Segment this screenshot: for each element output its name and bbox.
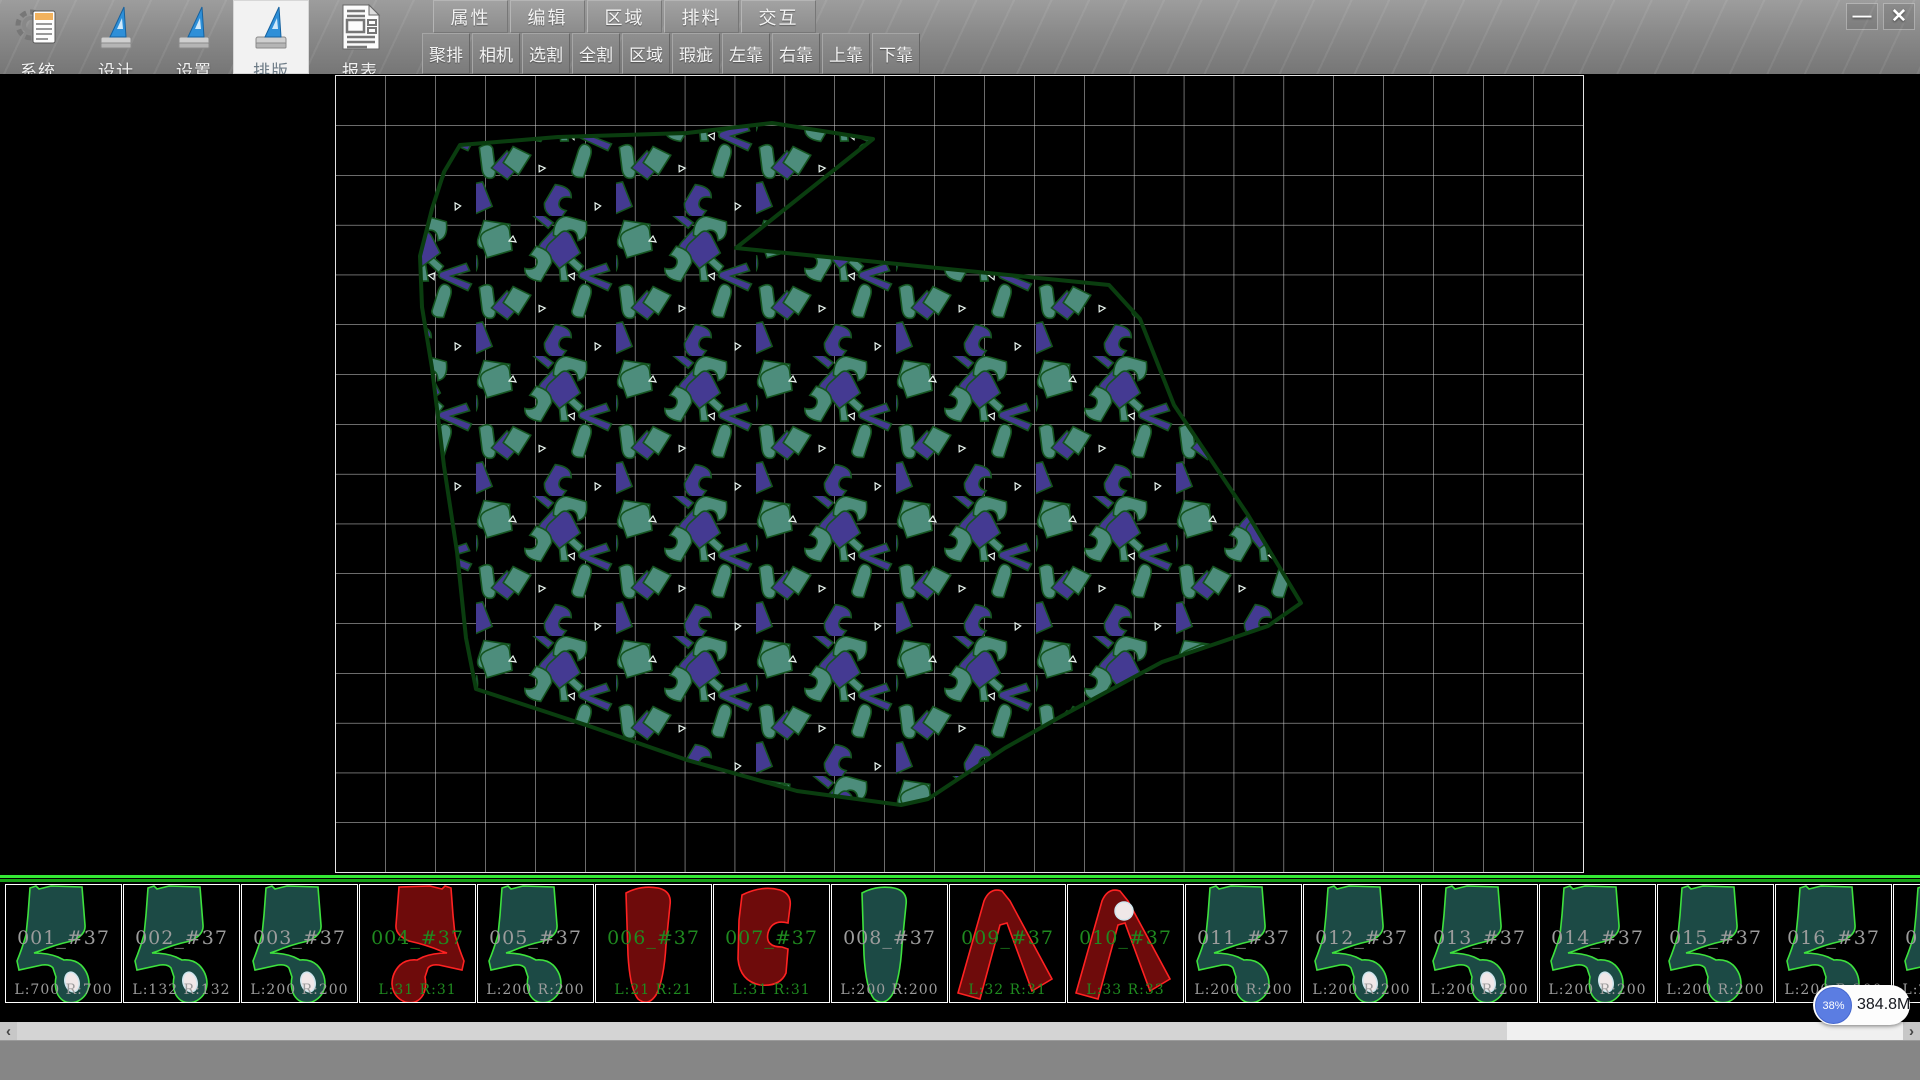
nesting-canvas[interactable]: [335, 75, 1584, 873]
piece-thumbnail[interactable]: 002_#37 L:132 R:132: [123, 884, 240, 1003]
piece-thumbnail[interactable]: 008_#37 L:200 R:200: [831, 884, 948, 1003]
tool-左靠[interactable]: 左靠: [722, 33, 770, 74]
piece-id-label: 001_#37: [6, 927, 121, 949]
tool-瑕疵[interactable]: 瑕疵: [672, 33, 720, 74]
main-button-label: 排版: [253, 57, 289, 74]
tool-右靠[interactable]: 右靠: [772, 33, 820, 74]
memory-percent-badge: 38%: [1815, 987, 1852, 1024]
piece-thumbnail[interactable]: 013_#37 L:200 R:200: [1421, 884, 1538, 1003]
layout-ruler-icon: [248, 3, 294, 56]
status-bar: [0, 1040, 1920, 1080]
menu-属性[interactable]: 属性: [433, 0, 508, 33]
piece-id-label: 006_#37: [596, 927, 711, 949]
report-doc-icon: [337, 3, 383, 56]
piece-thumbnail[interactable]: 009_#37 L:32 R:31: [949, 884, 1066, 1003]
tool-相机[interactable]: 相机: [472, 33, 520, 74]
design-ruler-icon: [93, 3, 139, 56]
piece-thumbnail[interactable]: 015_#37 L:200 R:200: [1657, 884, 1774, 1003]
piece-lr-count-label: L:21 R:21: [596, 982, 711, 998]
main-button-label: 系统: [20, 57, 56, 74]
piece-thumbnail[interactable]: 001_#37 L:700 R:700: [5, 884, 122, 1003]
system-gear-icon: [15, 3, 61, 56]
piece-thumbnail[interactable]: 010_#37 L:33 R:33: [1067, 884, 1184, 1003]
piece-lr-count-label: L:200 R:200: [832, 982, 947, 998]
piece-lr-count-label: L:31 R:31: [714, 982, 829, 998]
piece-id-label: 011_#37: [1186, 927, 1301, 949]
strip-separator-bright: [0, 875, 1920, 878]
piece-thumbnail[interactable]: 014_#37 L:200 R:200: [1539, 884, 1656, 1003]
piece-thumbnail-strip: 001_#37 L:700 R:700 002_#37 L:132 R:132 …: [0, 884, 1920, 1004]
main-button-设置[interactable]: 设置: [156, 0, 232, 74]
main-button-报表[interactable]: 报表: [322, 0, 398, 74]
piece-thumbnail[interactable]: 007_#37 L:31 R:31: [713, 884, 830, 1003]
piece-lr-count-label: L:200 R:200: [478, 982, 593, 998]
piece-thumbnail[interactable]: 004_#37 L:31 R:31: [359, 884, 476, 1003]
piece-id-label: 015_#37: [1658, 927, 1773, 949]
piece-id-label: 017_#37: [1894, 927, 1920, 949]
piece-id-label: 009_#37: [950, 927, 1065, 949]
tool-下靠[interactable]: 下靠: [872, 33, 920, 74]
memory-used-label: 384.8M: [1857, 985, 1910, 1025]
horizontal-scrollbar[interactable]: ‹ ›: [0, 1022, 1920, 1040]
piece-id-label: 016_#37: [1776, 927, 1891, 949]
piece-lr-count-label: L:200 R:200: [1422, 982, 1537, 998]
piece-lr-count-label: L:132 R:132: [124, 982, 239, 998]
piece-id-label: 003_#37: [242, 927, 357, 949]
piece-id-label: 004_#37: [360, 927, 475, 949]
piece-lr-count-label: L:700 R:700: [6, 982, 121, 998]
menu-交互[interactable]: 交互: [741, 0, 816, 33]
piece-id-label: 012_#37: [1304, 927, 1419, 949]
strip-separator-dark: [0, 879, 1920, 882]
menu-编辑[interactable]: 编辑: [510, 0, 585, 33]
main-button-设计[interactable]: 设计: [78, 0, 154, 74]
piece-id-label: 008_#37: [832, 927, 947, 949]
settings-ruler-icon: [171, 3, 217, 56]
main-button-排版[interactable]: 排版: [233, 0, 309, 74]
piece-thumbnail[interactable]: 005_#37 L:200 R:200: [477, 884, 594, 1003]
piece-lr-count-label: L:32 R:31: [950, 982, 1065, 998]
piece-id-label: 010_#37: [1068, 927, 1183, 949]
piece-id-label: 014_#37: [1540, 927, 1655, 949]
tool-选割[interactable]: 选割: [522, 33, 570, 74]
main-button-label: 报表: [342, 57, 378, 74]
nesting-drawing: [336, 76, 1583, 872]
memory-badge: 38% 384.8M: [1813, 985, 1910, 1025]
tool-上靠[interactable]: 上靠: [822, 33, 870, 74]
main-button-系统[interactable]: 系统: [0, 0, 76, 74]
main-button-label: 设置: [176, 57, 212, 74]
main-button-label: 设计: [98, 57, 134, 74]
piece-thumbnail[interactable]: 012_#37 L:200 R:200: [1303, 884, 1420, 1003]
piece-lr-count-label: L:200 R:200: [1658, 982, 1773, 998]
close-button[interactable]: ✕: [1883, 3, 1915, 30]
piece-id-label: 013_#37: [1422, 927, 1537, 949]
piece-lr-count-label: L:200 R:200: [1304, 982, 1419, 998]
piece-thumbnail[interactable]: 011_#37 L:200 R:200: [1185, 884, 1302, 1003]
tool-区域[interactable]: 区域: [622, 33, 670, 74]
scroll-left-button[interactable]: ‹: [0, 1022, 17, 1040]
piece-lr-count-label: L:31 R:31: [360, 982, 475, 998]
tool-全割[interactable]: 全割: [572, 33, 620, 74]
piece-id-label: 007_#37: [714, 927, 829, 949]
piece-thumbnail[interactable]: 006_#37 L:21 R:21: [595, 884, 712, 1003]
piece-lr-count-label: L:200 R:200: [1540, 982, 1655, 998]
piece-id-label: 005_#37: [478, 927, 593, 949]
minimize-button[interactable]: —: [1846, 3, 1878, 30]
menu-区域[interactable]: 区域: [587, 0, 662, 33]
title-toolbar: 系统 设计 设置 排版 报表 属性编辑区域排料交互 聚排相机选割全割区域瑕疵左靠…: [0, 0, 1920, 74]
piece-lr-count-label: L:33 R:33: [1068, 982, 1183, 998]
menu-排料[interactable]: 排料: [664, 0, 739, 33]
piece-lr-count-label: L:200 R:200: [1186, 982, 1301, 998]
piece-lr-count-label: L:200 R:200: [242, 982, 357, 998]
scrollbar-thumb[interactable]: [17, 1022, 1507, 1040]
piece-thumbnail[interactable]: 003_#37 L:200 R:200: [241, 884, 358, 1003]
tool-聚排[interactable]: 聚排: [422, 33, 470, 74]
piece-id-label: 002_#37: [124, 927, 239, 949]
